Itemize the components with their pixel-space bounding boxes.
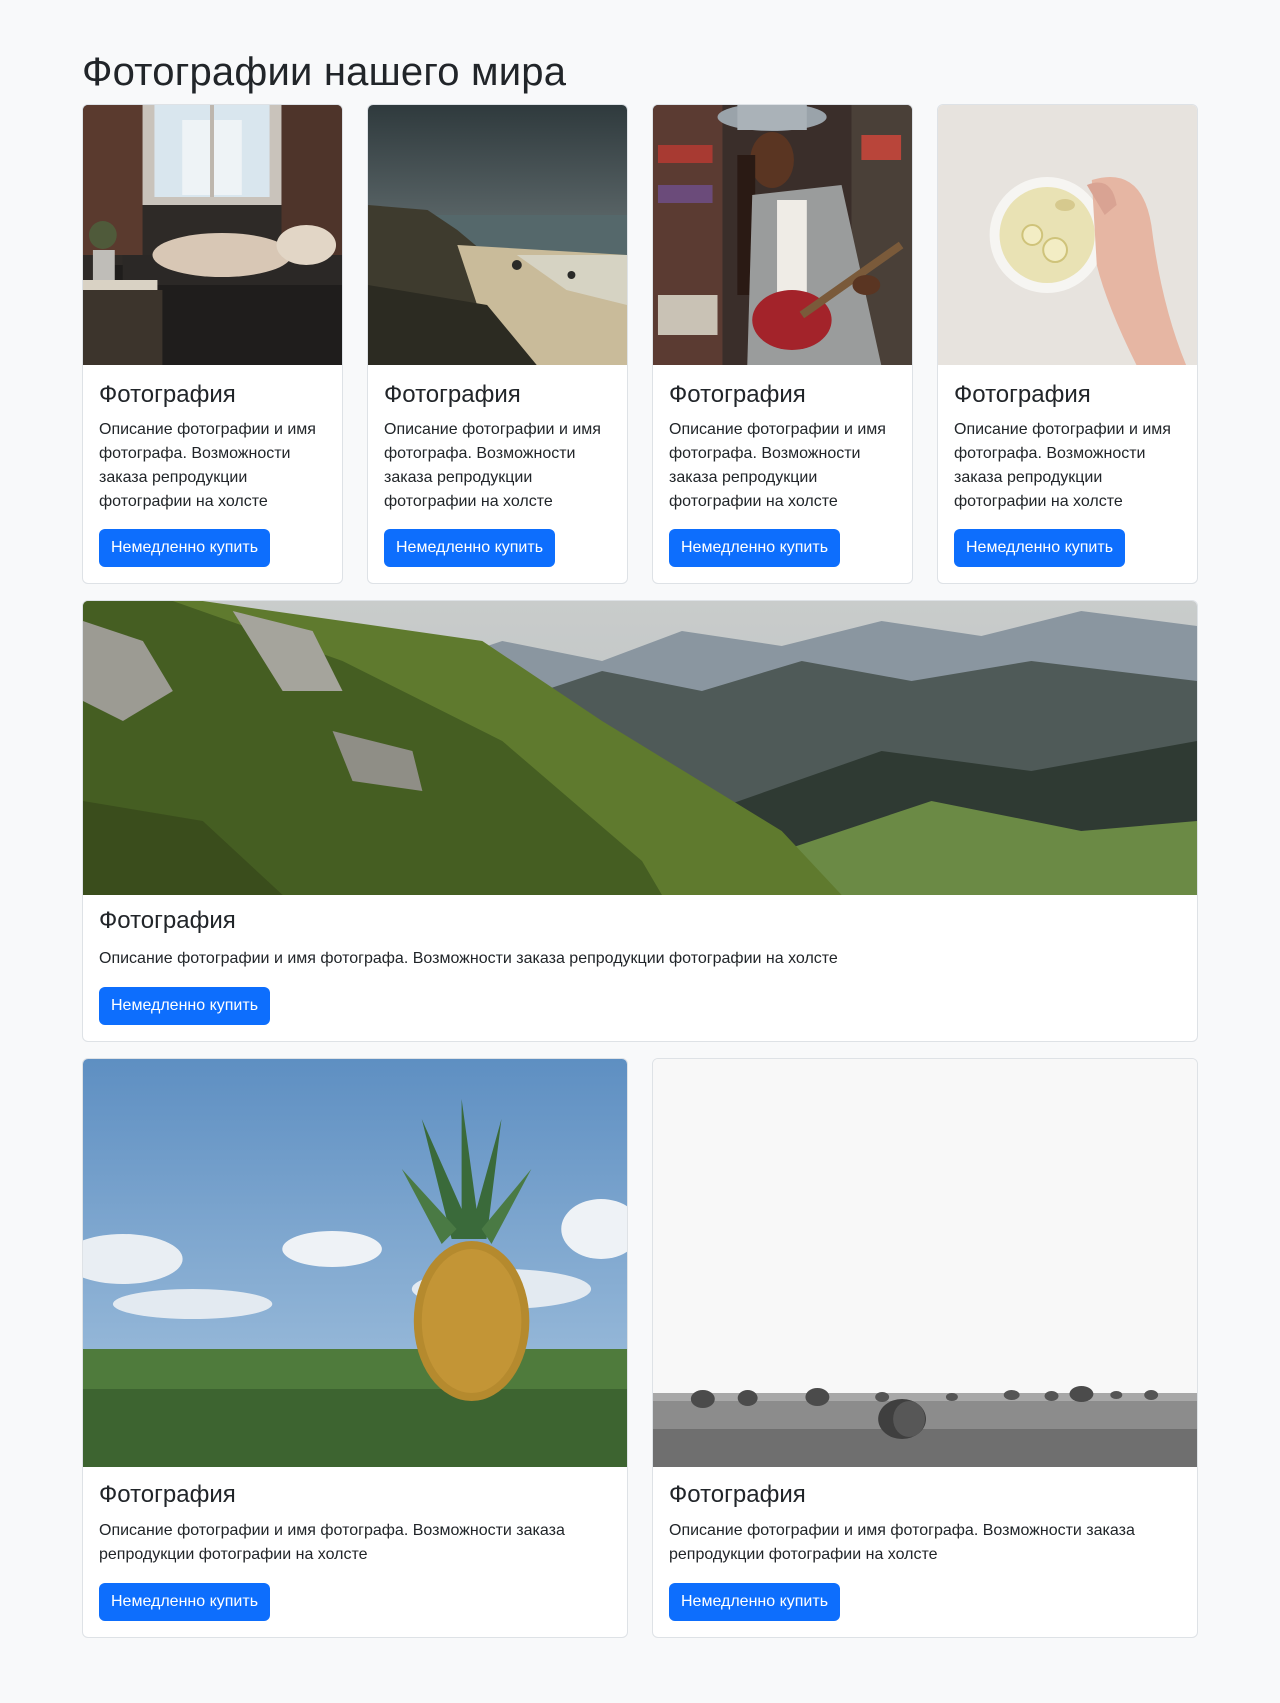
card-description: Описание фотографии и имя фотографа. Воз… — [99, 950, 838, 967]
card-title: Фотография — [99, 1481, 236, 1508]
photo-card: Фотография Описание фотографии и имя фот… — [82, 104, 343, 584]
card-title: Фотография — [99, 907, 236, 934]
card-title: Фотография — [669, 1481, 806, 1508]
guitarist-photo — [653, 105, 912, 365]
card-title: Фотография — [669, 381, 806, 408]
buy-now-button[interactable]: Немедленно купить — [99, 987, 271, 1025]
buy-now-button[interactable]: Немедленно купить — [99, 1583, 271, 1621]
buy-now-button[interactable]: Немедленно купить — [669, 1583, 841, 1621]
card-description: Описание фотографии и имя фотографа. Воз… — [669, 1522, 1135, 1563]
room-window-photo — [83, 105, 342, 365]
card-title: Фотография — [99, 381, 236, 408]
buy-now-button[interactable]: Немедленно купить — [954, 529, 1126, 567]
card-title: Фотография — [384, 381, 521, 408]
photo-card: Фотография Описание фотографии и имя фот… — [367, 104, 628, 584]
card-description: Описание фотографии и имя фотографа. Воз… — [669, 421, 886, 510]
photo-card: Фотография Описание фотографии и имя фот… — [937, 104, 1198, 584]
card-description: Описание фотографии и имя фотографа. Воз… — [99, 421, 316, 510]
card-description: Описание фотографии и имя фотографа. Воз… — [99, 1522, 565, 1563]
mountain-valley-photo — [83, 601, 1197, 895]
page-title: Фотографии нашего мира — [82, 50, 567, 94]
lemon-tea-cup-photo — [938, 105, 1197, 365]
card-title: Фотография — [954, 381, 1091, 408]
buy-now-button[interactable]: Немедленно купить — [669, 529, 841, 567]
photo-card: Фотография Описание фотографии и имя фот… — [82, 600, 1198, 1042]
buy-now-button[interactable]: Немедленно купить — [384, 529, 556, 567]
hay-bales-field-photo — [653, 1059, 1197, 1467]
pineapple-grass-photo — [83, 1059, 627, 1467]
buy-now-button[interactable]: Немедленно купить — [99, 529, 271, 567]
photo-card: Фотография Описание фотографии и имя фот… — [652, 104, 913, 584]
photo-card: Фотография Описание фотографии и имя фот… — [82, 1058, 628, 1638]
card-description: Описание фотографии и имя фотографа. Воз… — [384, 421, 601, 510]
stormy-beach-photo — [368, 105, 627, 365]
card-description: Описание фотографии и имя фотографа. Воз… — [954, 421, 1171, 510]
photo-card: Фотография Описание фотографии и имя фот… — [652, 1058, 1198, 1638]
